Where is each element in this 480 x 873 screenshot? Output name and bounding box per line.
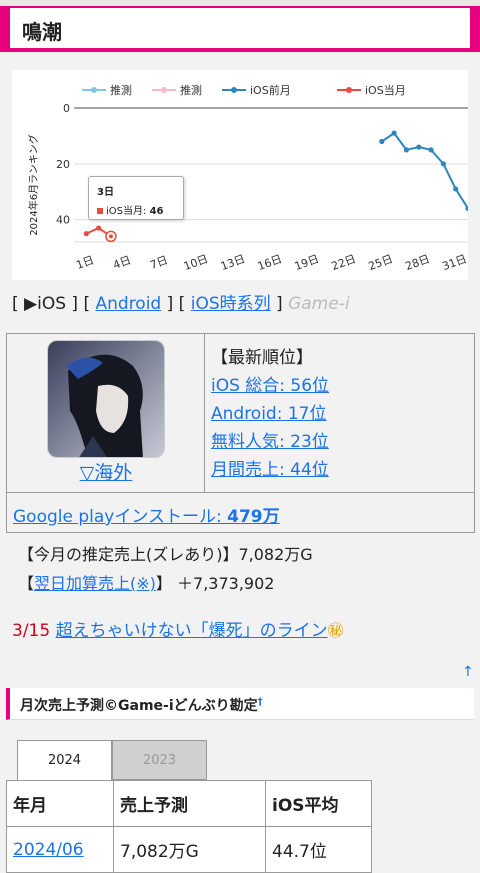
table-header: 売上予測 (113, 780, 266, 827)
google-play-install-link[interactable]: Google playインストール: 479万 (13, 507, 280, 527)
page-title: 鳴潮 (22, 20, 62, 44)
platform-nav: [ ▶iOS ] [ Android ] [ iOS時系列 ] Game-i (12, 289, 350, 314)
data-point (440, 161, 446, 167)
title-bar: 鳴潮 (0, 6, 480, 52)
nav-bracket: ] [ (166, 294, 186, 314)
overseas-link[interactable]: ▽海外 (7, 458, 205, 485)
x-tick-label: 31日 (441, 252, 468, 273)
game-icon-image[interactable] (47, 340, 165, 458)
x-tick-label: 4日 (111, 254, 132, 272)
table-header: iOS平均 (265, 780, 372, 827)
bracket-open: 【 (18, 574, 35, 593)
section-title: 月次売上予測©Game-iどんぶり勘定 (20, 698, 258, 714)
table-row: 2024/06 7,082万G 44.7位 (6, 826, 372, 873)
data-point (403, 147, 410, 153)
secret-icon: ㊙ (327, 621, 344, 640)
x-tick-label: 22日 (330, 252, 358, 273)
tooltip-day: 3日 (97, 187, 114, 198)
table-header-row: 年月 売上予測 iOS平均 (6, 780, 372, 827)
x-tick-label: 1日 (74, 254, 95, 272)
y-tick-label: 0 (63, 102, 70, 115)
game-info-left: ▽海外 (7, 334, 205, 492)
x-tick-label: 19日 (293, 252, 321, 273)
prediction-table: 年月 売上予測 iOS平均 2024/06 7,082万G 44.7位 (6, 780, 372, 873)
tooltip-label: iOS当月: (106, 206, 147, 217)
highlight-point-center (108, 234, 113, 239)
tooltip-swatch (97, 208, 103, 214)
x-tick-label: 13日 (219, 252, 247, 273)
rank-monthly-sales-link[interactable]: 月間売上: 44位 (211, 460, 329, 480)
data-point (379, 138, 385, 145)
nav-android-link[interactable]: Android (96, 294, 162, 314)
x-tick-label: 16日 (256, 252, 284, 273)
month-link[interactable]: 2024/06 (13, 840, 84, 860)
y-tick-label: 40 (56, 214, 70, 227)
install-row: Google playインストール: 479万 (7, 492, 474, 532)
news-link[interactable]: 超えちゃいけない「爆死」のライン (56, 621, 328, 641)
nav-bracket: ] (276, 294, 283, 314)
monthly-estimate: 【今月の推定売上(ズレあり)】7,082万G (18, 545, 313, 564)
table-header: 年月 (6, 780, 114, 827)
y-axis-title: 2024年6月ランキング (27, 134, 40, 236)
rank-android-link[interactable]: Android: 17位 (211, 404, 327, 424)
section-mark[interactable]: † (258, 696, 263, 707)
tooltip-value: 46 (149, 206, 164, 217)
news-date: 3/15 (12, 621, 51, 641)
series-line (381, 131, 468, 210)
chart-tooltip: 3日 iOS当月: 46 (88, 176, 184, 220)
table-cell-sales: 7,082万G (113, 826, 266, 873)
nav-bracket: ] [ (71, 294, 91, 314)
nav-ios-current: ▶iOS (24, 294, 67, 314)
legend-label: iOS当月 (365, 83, 406, 97)
legend-swatch-dot (346, 87, 352, 93)
data-point (428, 147, 434, 153)
legend-label: iOS前月 (250, 83, 291, 97)
latest-ranks: 【最新順位】 iOS 総合: 56位 Android: 17位 無料人気: 23… (211, 344, 329, 484)
data-point (416, 144, 422, 150)
x-tick-label: 25日 (367, 252, 395, 273)
tab-2023[interactable]: 2023 (112, 740, 207, 780)
x-tick-label: 10日 (182, 252, 210, 273)
y-tick-label: 20 (56, 158, 70, 171)
legend-label: 推測 (180, 83, 202, 97)
section-heading: 月次売上予測©Game-iどんぶり勘定† (6, 688, 474, 720)
legend-label: 推測 (110, 83, 132, 97)
news-item: 3/15 超えちゃいけない「爆死」のライン㊙ (12, 616, 344, 641)
nav-gamei: Game-i (288, 294, 350, 314)
next-day-value: 】 ＋7,373,902 (155, 574, 275, 593)
data-point (391, 130, 397, 136)
table-cell-month: 2024/06 (6, 826, 114, 873)
table-cell-ios-avg: 44.7位 (265, 826, 372, 873)
chart-svg: 0 20 40 1日 4日 7日 10日 13日 16日 19日 22日 25日 28日 31日 2024年… (27, 83, 468, 273)
data-point (453, 186, 459, 192)
install-value: 479万 (227, 507, 280, 527)
x-tick-label: 28日 (404, 252, 432, 273)
title-box: 鳴潮 (10, 8, 470, 48)
scroll-top-arrow-icon[interactable]: ↑ (462, 664, 474, 680)
ranking-chart: 0 20 40 1日 4日 7日 10日 13日 16日 19日 22日 25日 28日 31日 2024年… (12, 70, 468, 280)
legend-swatch-dot (231, 87, 237, 93)
next-day-sales: 【翌日加算売上(※)】 ＋7,373,902 (18, 570, 274, 594)
game-info-box: ▽海外 【最新順位】 iOS 総合: 56位 Android: 17位 無料人気… (6, 333, 475, 533)
next-day-sales-link[interactable]: 翌日加算売上(※) (34, 574, 156, 593)
nav-bracket: [ (12, 294, 19, 314)
data-point (96, 225, 102, 231)
rank-ios-total-link[interactable]: iOS 総合: 56位 (211, 376, 329, 396)
nav-ios-series-link[interactable]: iOS時系列 (191, 294, 271, 314)
legend-swatch-dot (161, 87, 167, 93)
install-label: Google playインストール: (13, 507, 222, 527)
data-point (83, 231, 89, 237)
ranks-heading: 【最新順位】 (211, 348, 313, 368)
tab-2024[interactable]: 2024 (17, 740, 112, 780)
x-tick-label: 7日 (148, 254, 169, 272)
rank-free-link[interactable]: 無料人気: 23位 (211, 432, 329, 452)
legend-swatch-dot (91, 87, 97, 93)
